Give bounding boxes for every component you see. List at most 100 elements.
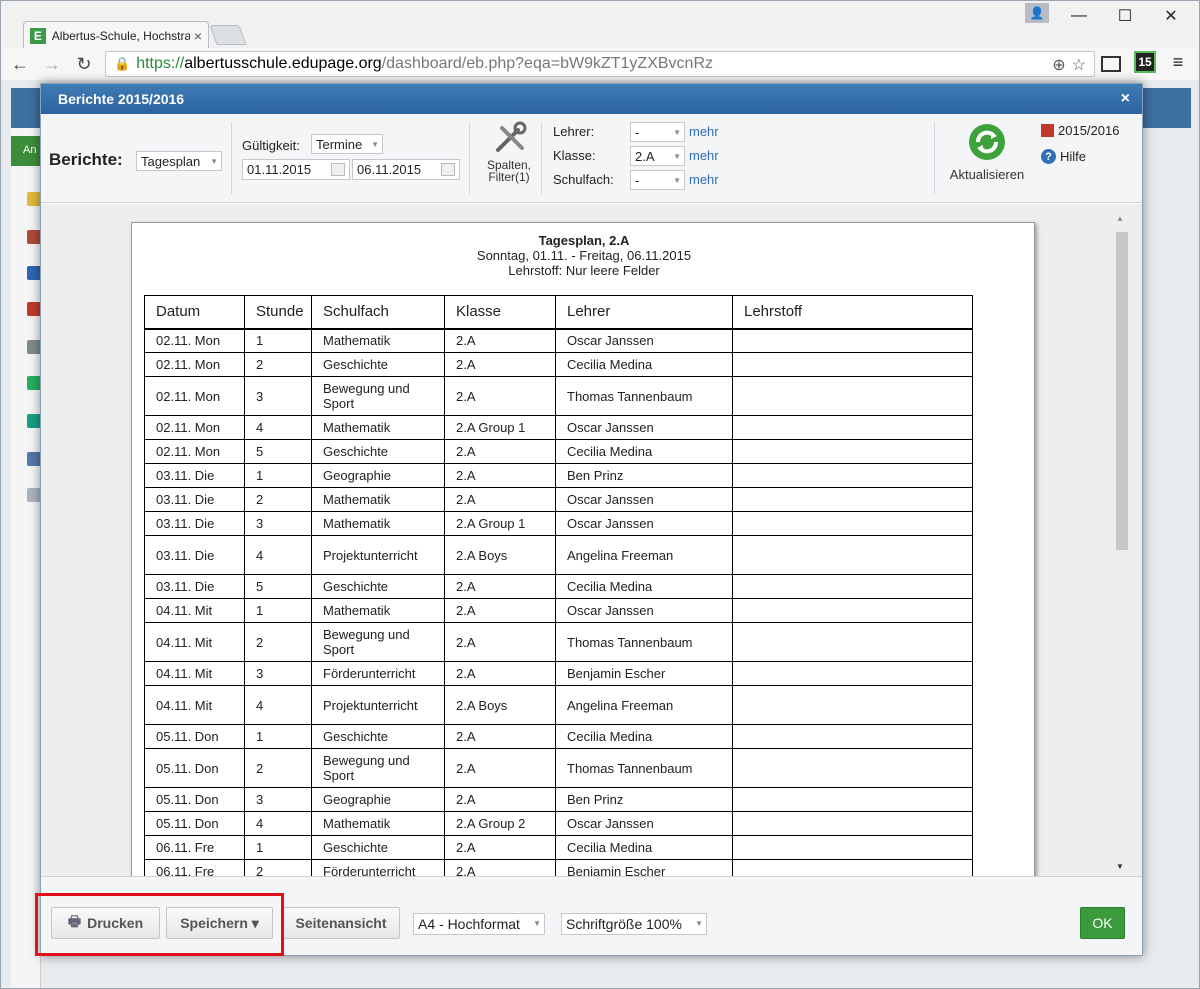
- reload-icon[interactable]: ↻: [71, 51, 97, 77]
- teacher-select[interactable]: - ▼: [630, 122, 685, 142]
- validity-select[interactable]: Termine ▼: [311, 134, 383, 154]
- divider: [541, 122, 542, 194]
- close-icon[interactable]: ×: [1121, 90, 1130, 108]
- page-format-select[interactable]: A4 - Hochformat ▼: [413, 913, 545, 935]
- class-select[interactable]: 2.A ▼: [630, 146, 685, 166]
- ok-button[interactable]: OK: [1080, 907, 1125, 939]
- table-row: 03.11. Die 5 Geschichte 2.A Cecilia Medina: [144, 574, 973, 599]
- report-type-select[interactable]: Tagesplan ▼: [136, 151, 222, 171]
- scroll-up-icon[interactable]: ▲: [1116, 214, 1124, 223]
- shield-icon[interactable]: [27, 414, 41, 428]
- refresh-button[interactable]: Aktualisieren: [946, 122, 1028, 182]
- address-bar[interactable]: 🔒 https://albertusschule.edupage.org/das…: [105, 51, 1095, 77]
- date-from-value: 01.11.2015: [247, 162, 312, 177]
- table-cell: Cecilia Medina: [555, 352, 733, 377]
- table-cell: 03.11. Die: [144, 511, 245, 536]
- font-size-select[interactable]: Schriftgröße 100% ▼: [561, 913, 707, 935]
- close-window-icon[interactable]: ✕: [1148, 1, 1194, 31]
- reports-dialog: Berichte 2015/2016 × Berichte: Tagesplan…: [40, 83, 1143, 956]
- cast-icon[interactable]: [1101, 56, 1121, 72]
- new-tab-button[interactable]: [209, 25, 247, 45]
- table-cell: Thomas Tannenbaum: [555, 376, 733, 416]
- table-cell: [732, 535, 973, 575]
- table-cell: 03.11. Die: [144, 487, 245, 512]
- table-row: 03.11. Die 4 Projektunterricht 2.A Boys Ange…: [144, 535, 973, 575]
- scrollbar-thumb[interactable]: [1116, 232, 1128, 550]
- table-cell: 02.11. Mon: [144, 328, 245, 353]
- menu-icon[interactable]: ≡: [1167, 51, 1189, 73]
- zoom-icon[interactable]: ⊕: [1052, 55, 1065, 75]
- scroll-down-icon[interactable]: ▼: [1116, 862, 1124, 871]
- maximize-icon[interactable]: ☐: [1102, 1, 1148, 31]
- edupage-favicon-icon: E: [30, 27, 46, 44]
- pdf-icon[interactable]: [27, 302, 41, 316]
- column-header: Datum: [144, 295, 245, 330]
- table-cell: 5: [244, 574, 312, 599]
- column-header: Klasse: [444, 295, 556, 330]
- report-subtitle: Sonntag, 01.11. - Freitag, 06.11.2015: [476, 248, 692, 263]
- table-cell: 4: [244, 685, 312, 725]
- teacher-more-link[interactable]: mehr: [689, 124, 719, 139]
- browser-tab[interactable]: E Albertus-Schule, Hochstra ×: [23, 21, 209, 49]
- tab-close-icon[interactable]: ×: [194, 28, 202, 44]
- star-icon[interactable]: [27, 192, 41, 206]
- report-title: Tagesplan, 2.A: [538, 233, 630, 248]
- pen-icon[interactable]: [27, 452, 41, 466]
- table-cell: 2.A: [444, 463, 556, 488]
- table-row: 02.11. Mon 4 Mathematik 2.A Group 1 Oscar Ja…: [144, 415, 973, 440]
- report-preview[interactable]: Tagesplan, 2.A Sonntag, 01.11. - Freitag…: [41, 204, 1142, 876]
- table-cell: 3: [244, 787, 312, 812]
- forward-arrow-icon[interactable]: →: [39, 51, 65, 77]
- table-cell: [732, 439, 973, 464]
- table-cell: Geschichte: [311, 724, 445, 749]
- gueltigkeit-label: Gültigkeit:: [242, 138, 300, 153]
- table-cell: 2: [244, 487, 312, 512]
- date-to-field[interactable]: 06.11.2015: [352, 159, 460, 180]
- table-row: 02.11. Mon 3 Bewegung und Sport 2.A Thomas T…: [144, 376, 973, 416]
- table-cell: 2.A: [444, 787, 556, 812]
- table-cell: 02.11. Mon: [144, 415, 245, 440]
- table-cell: [732, 376, 973, 416]
- table-cell: Projektunterricht: [311, 535, 445, 575]
- table-cell: Oscar Janssen: [555, 811, 733, 836]
- calendar-icon[interactable]: [331, 163, 345, 176]
- table-cell: [732, 661, 973, 686]
- table-cell: 2: [244, 748, 312, 788]
- table-cell: Benjamin Escher: [555, 859, 733, 876]
- table-cell: Mathematik: [311, 487, 445, 512]
- column-header: Stunde: [244, 295, 312, 330]
- subject-more-link[interactable]: mehr: [689, 172, 719, 187]
- tab-title: Albertus-Schule, Hochstra: [51, 28, 190, 43]
- class-more-link[interactable]: mehr: [689, 148, 719, 163]
- columns-filter-button[interactable]: Spalten, Filter(1): [483, 120, 535, 200]
- page-green-button[interactable]: An: [11, 136, 41, 166]
- year-link[interactable]: 2015/2016: [1041, 123, 1119, 138]
- table-cell: Bewegung und Sport: [311, 748, 445, 788]
- back-arrow-icon[interactable]: ←: [7, 51, 33, 77]
- table-cell: Angelina Freeman: [555, 535, 733, 575]
- date-from-field[interactable]: 01.11.2015: [242, 159, 350, 180]
- minimize-icon[interactable]: —: [1056, 1, 1102, 31]
- table-cell: 2.A Boys: [444, 535, 556, 575]
- subject-select[interactable]: - ▼: [630, 170, 685, 190]
- help-link[interactable]: ? Hilfe: [1041, 149, 1086, 164]
- filter-count-label: Filter(1): [488, 170, 530, 184]
- bookmark-star-icon[interactable]: ☆: [1072, 55, 1086, 75]
- url-scheme: https://: [136, 55, 185, 72]
- page-view-button[interactable]: Seitenansicht: [282, 907, 400, 939]
- house-icon[interactable]: [27, 230, 41, 244]
- calendar-icon[interactable]: [441, 163, 455, 176]
- scrollbar[interactable]: ▲ ▼: [1114, 214, 1128, 874]
- gear-icon[interactable]: [27, 488, 41, 502]
- chevron-down-icon: ▼: [695, 919, 703, 928]
- table-cell: 03.11. Die: [144, 574, 245, 599]
- book-icon[interactable]: [27, 266, 41, 280]
- table-cell: 2.A: [444, 622, 556, 662]
- plane-icon[interactable]: [27, 340, 41, 354]
- user-profile-icon[interactable]: 👤: [1025, 3, 1049, 23]
- table-cell: Förderunterricht: [311, 661, 445, 686]
- validity-value: Termine: [316, 136, 363, 152]
- extension-badge-icon[interactable]: 15: [1134, 51, 1156, 73]
- table-cell: 1: [244, 724, 312, 749]
- globe-icon[interactable]: [27, 376, 41, 390]
